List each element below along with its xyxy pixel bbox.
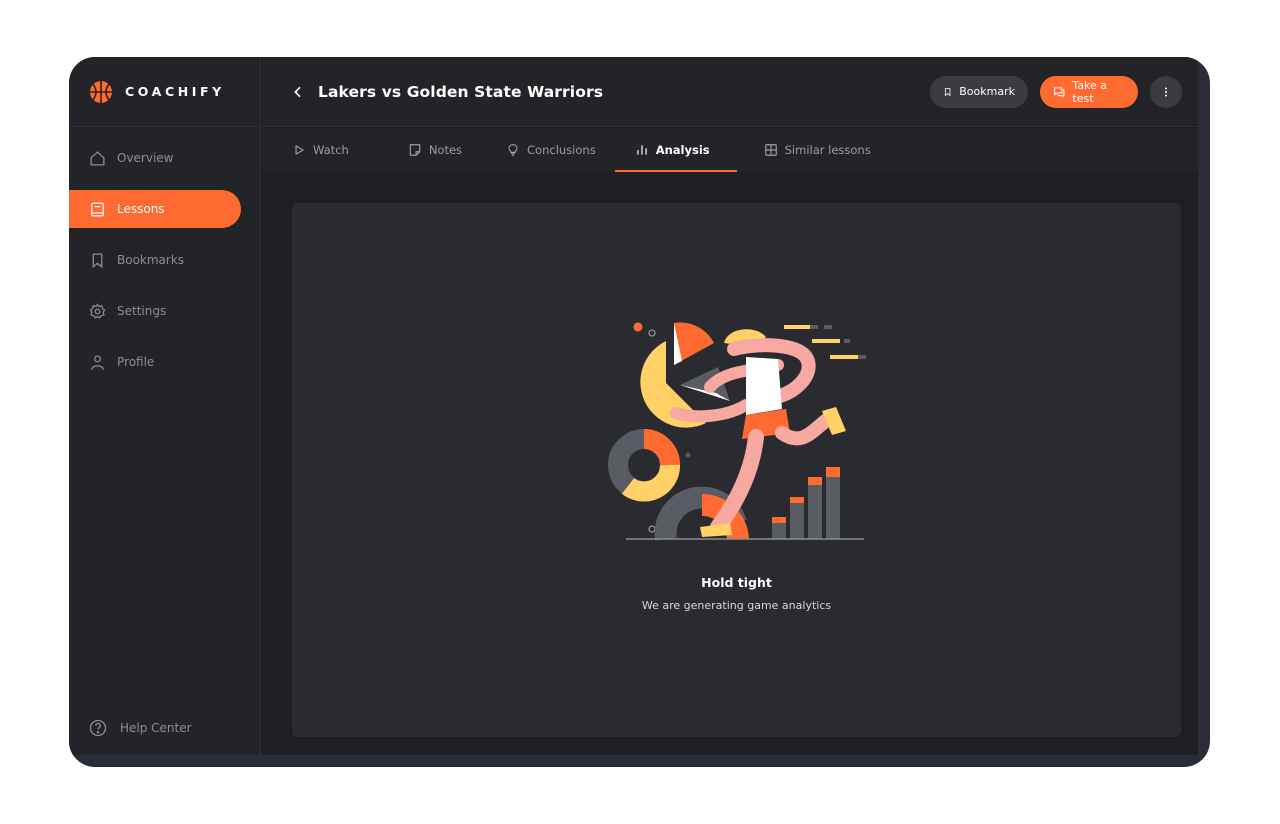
sidebar-item-profile[interactable]: Profile [69, 343, 241, 381]
bookmark-button[interactable]: Bookmark [930, 75, 1028, 108]
loading-title: Hold tight [701, 575, 772, 590]
help-center-label: Help Center [120, 721, 192, 735]
take-test-button[interactable]: Take a test [1040, 75, 1138, 108]
bookmark-icon [92, 252, 103, 268]
sidebar-item-label: Settings [117, 304, 167, 318]
page-header: Lakers vs Golden State Warriors Bookmark… [262, 57, 1198, 127]
note-icon [409, 144, 421, 156]
lesson-tabs: Watch Notes Conclusions Analysis Similar… [262, 128, 1198, 172]
more-vertical-icon [1165, 87, 1167, 96]
sidebar: COACHIFY Overview Lessons Bookmarks Sett… [69, 57, 261, 755]
lightbulb-icon [508, 144, 518, 156]
take-test-button-label: Take a test [1072, 78, 1108, 105]
question-icon [89, 719, 107, 737]
tab-label: Notes [428, 143, 463, 157]
header-actions: Bookmark Take a test [918, 75, 1182, 108]
home-icon [90, 150, 105, 166]
page-title: Lakers vs Golden State Warriors [318, 82, 604, 101]
chat-icon [1054, 86, 1065, 98]
help-center-link[interactable]: Help Center [89, 719, 192, 737]
tab-analysis[interactable]: Analysis [614, 128, 737, 172]
bookmark-button-label: Bookmark [959, 85, 1015, 98]
book-icon [91, 201, 104, 217]
bookmark-icon [944, 87, 951, 96]
user-icon [91, 354, 104, 370]
tab-label: Conclusions [527, 143, 596, 157]
sidebar-item-settings[interactable]: Settings [69, 292, 241, 330]
sidebar-item-overview[interactable]: Overview [69, 139, 241, 177]
more-options-button[interactable] [1150, 75, 1182, 108]
sidebar-nav: Overview Lessons Bookmarks Settings Prof… [69, 127, 260, 381]
gear-icon [89, 302, 106, 319]
bar-chart-icon [637, 145, 647, 155]
basketball-logo-icon [90, 80, 112, 103]
loading-illustration [608, 322, 866, 541]
brand[interactable]: COACHIFY [69, 57, 260, 127]
sidebar-item-bookmarks[interactable]: Bookmarks [69, 241, 241, 279]
sidebar-item-label: Profile [117, 355, 155, 369]
chevron-left-icon[interactable] [290, 84, 306, 100]
sidebar-item-label: Overview [117, 151, 174, 165]
sidebar-item-label: Lessons [117, 202, 165, 216]
brand-name: COACHIFY [125, 84, 225, 99]
sidebar-item-lessons[interactable]: Lessons [69, 190, 241, 228]
tab-label: Similar lessons [784, 143, 871, 157]
device-frame: COACHIFY Overview Lessons Bookmarks Sett… [69, 57, 1210, 767]
tab-watch[interactable]: Watch [292, 128, 349, 172]
tab-conclusions[interactable]: Conclusions [506, 128, 596, 172]
loading-subtitle: We are generating game analytics [641, 599, 832, 612]
app-screen: COACHIFY Overview Lessons Bookmarks Sett… [69, 57, 1198, 755]
grid-icon [764, 144, 777, 156]
analysis-panel: Hold tight We are generating game analyt… [292, 203, 1181, 737]
sidebar-item-label: Bookmarks [117, 253, 185, 267]
tab-notes[interactable]: Notes [408, 128, 462, 172]
tab-label: Watch [313, 143, 349, 157]
tab-label: Analysis [655, 143, 710, 157]
play-icon [295, 144, 305, 156]
tab-similar-lessons[interactable]: Similar lessons [764, 128, 871, 172]
